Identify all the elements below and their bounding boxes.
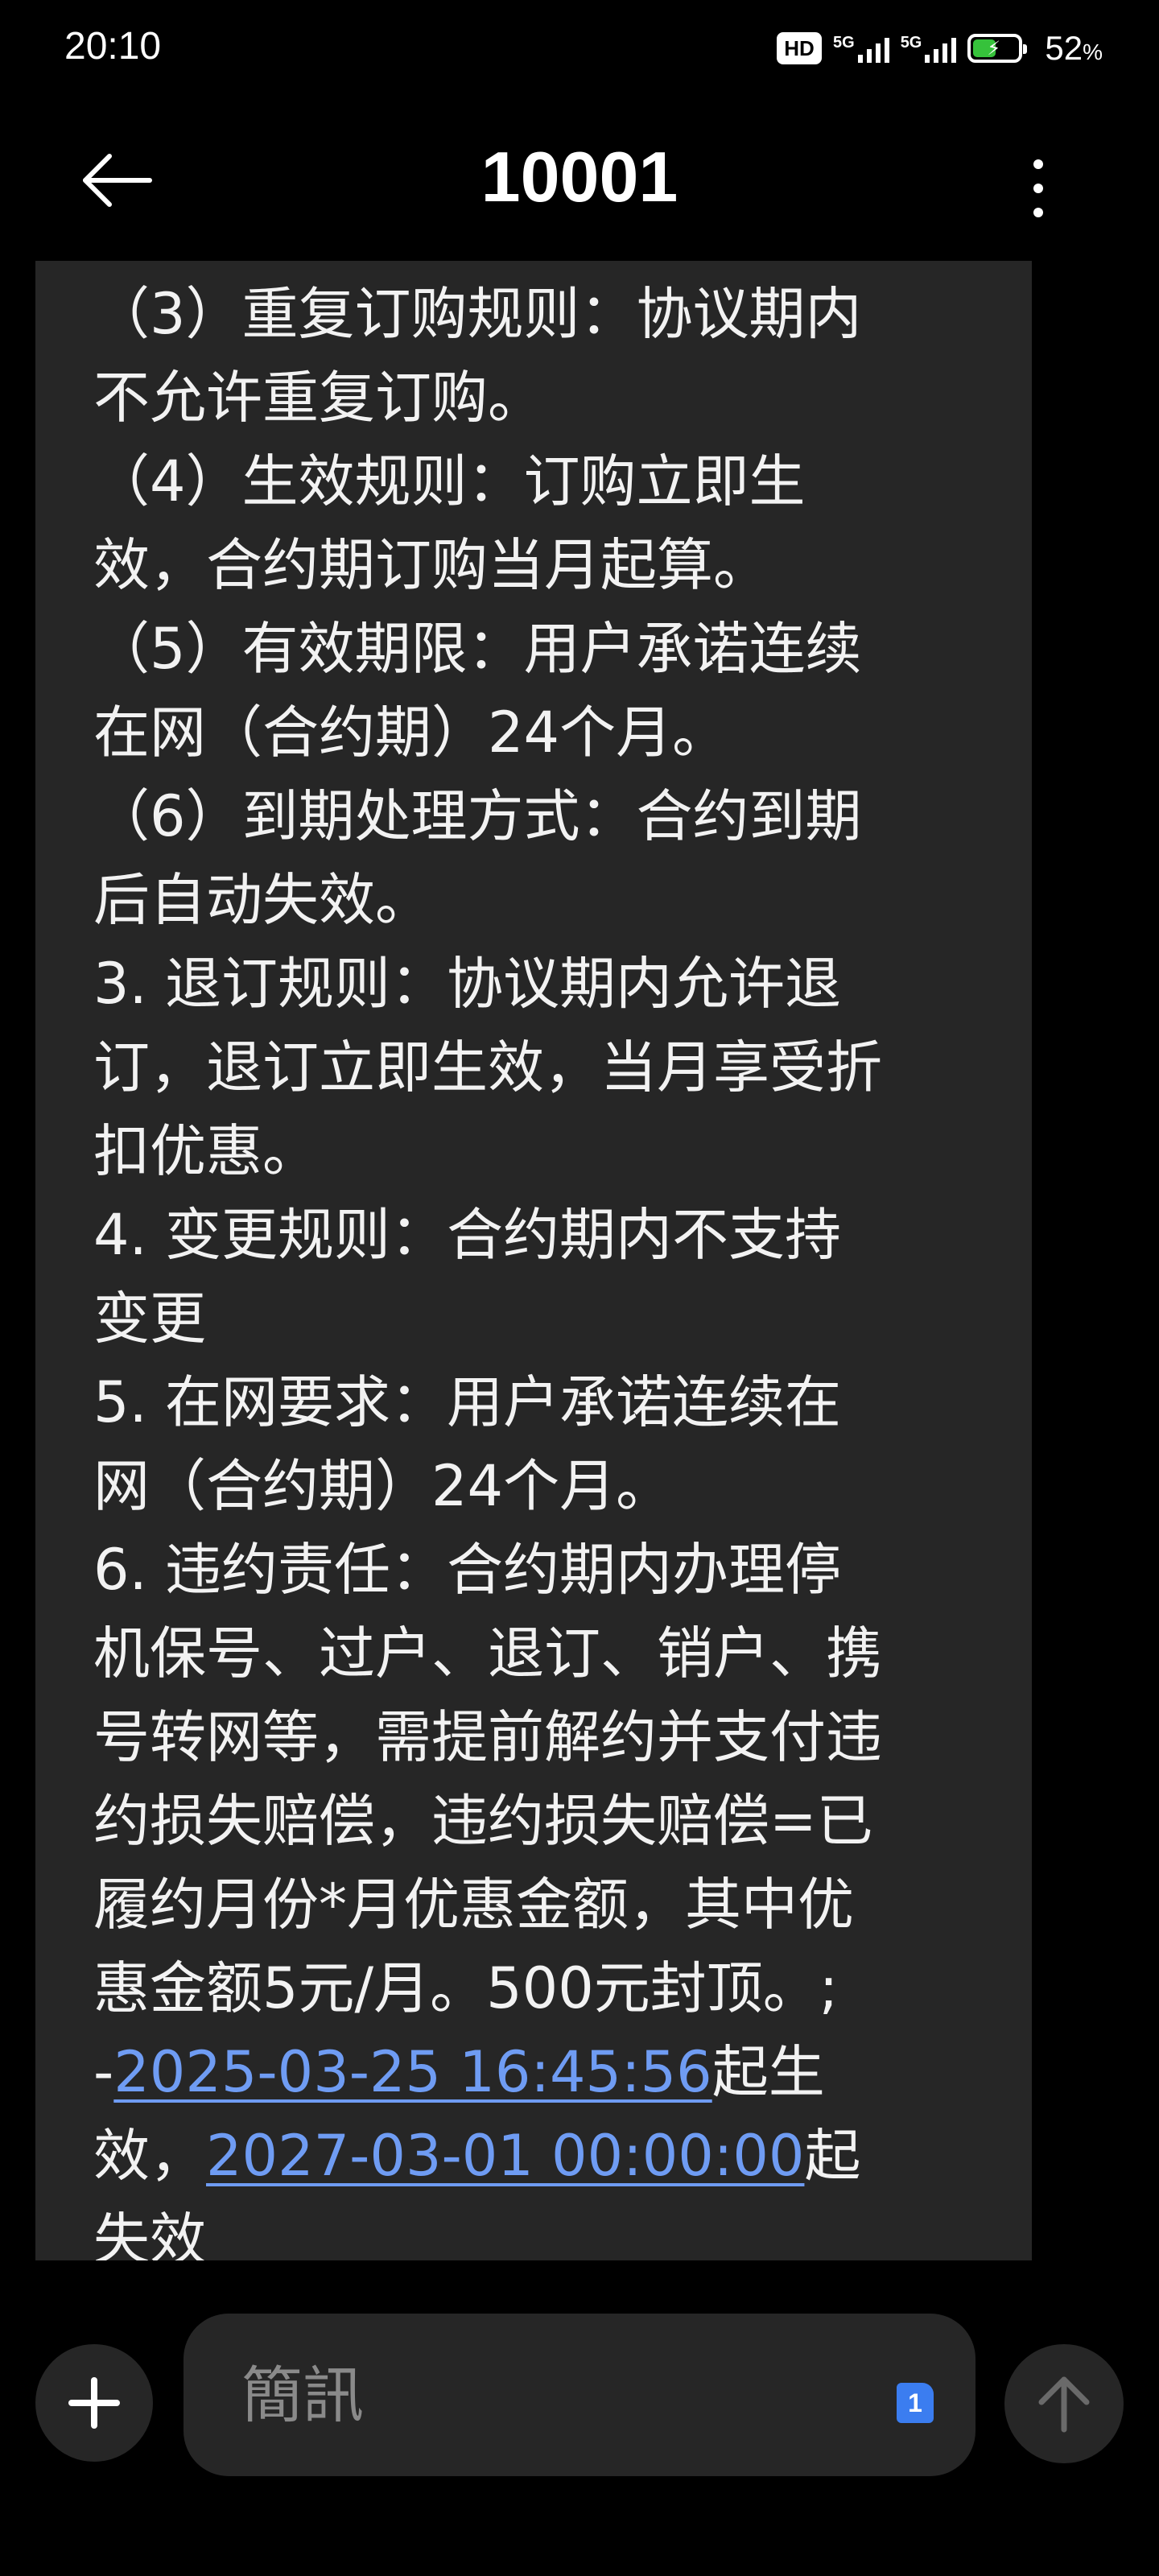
battery-percent-value: 52 [1045, 29, 1083, 67]
message-lines: （3）重复订购规则：协议期内 不允许重复订购。 （4）生效规则：订购立即生 效，合约期… [93, 272, 1019, 2030]
status-bar: 20:10 HD 5G 5G ⚡ 52% [0, 0, 1159, 100]
message-bubble[interactable]: （3）重复订购规则：协议期内 不允许重复订购。 （4）生效规则：订购立即生 效，合约期… [35, 261, 1032, 2260]
contact-title: 10001 [481, 137, 678, 217]
sim-selector-icon[interactable]: 1 [897, 2383, 934, 2423]
message-line: 4. 变更规则：合约期内不支持 [93, 1202, 842, 1268]
message-line: 约损失赔偿，违约损失赔偿=已 [93, 1788, 873, 1854]
battery-percent-unit: % [1083, 39, 1103, 64]
text-fragment: 效， [93, 2123, 206, 2189]
signal-icon-sim1: 5G [833, 34, 889, 63]
message-line: （4）生效规则：订购立即生 [93, 448, 806, 514]
text-fragment: 起生 [711, 2039, 825, 2105]
text-fragment: 起 [804, 2123, 861, 2189]
send-button[interactable] [1004, 2344, 1124, 2463]
charging-bolt-icon: ⚡ [987, 37, 1001, 60]
message-line: 惠金额5元/月。500元封顶。; [93, 1955, 839, 2021]
battery-icon: ⚡ [967, 34, 1028, 63]
battery-percentage: 52% [1045, 29, 1103, 68]
message-line: 变更 [93, 1286, 206, 1352]
text-fragment: - [93, 2039, 114, 2105]
message-line: 3. 退订规则：协议期内允许退 [93, 951, 842, 1017]
plus-icon [68, 2377, 120, 2429]
message-line: 5. 在网要求：用户承诺连续在 [93, 1369, 842, 1435]
start-datetime-link[interactable]: 2025-03-25 16:45:56 [113, 2039, 711, 2105]
conversation-header: 10001 [0, 100, 1159, 261]
hd-voice-icon: HD [777, 32, 822, 64]
message-line: 6. 违约责任：合约期内办理停 [93, 1537, 842, 1603]
message-line: （3）重复订购规则：协议期内 [93, 281, 862, 347]
arrow-up-icon [1038, 2376, 1090, 2433]
message-line: 效，合约期订购当月起算。 [93, 532, 769, 598]
message-input-box[interactable]: 1 [184, 2314, 975, 2476]
add-attachment-button[interactable] [35, 2344, 153, 2462]
message-line: 网（合约期）24个月。 [93, 1453, 673, 1519]
signal-icon-sim2: 5G [901, 34, 957, 63]
more-options-button[interactable] [1006, 148, 1070, 229]
message-line: 号转网等，需提前解约并支付违 [93, 1704, 882, 1770]
status-time: 20:10 [64, 25, 162, 68]
message-composer: 1 [0, 2302, 1159, 2479]
signal-bars-icon [857, 34, 889, 63]
message-body: （3）重复订购规则：协议期内 不允许重复订购。 （4）生效规则：订购立即生 效，合约期… [93, 272, 1019, 2260]
message-line: 履约月份*月优惠金额，其中优 [93, 1872, 854, 1938]
message-line: 扣优惠。 [93, 1118, 319, 1184]
end-datetime-link[interactable]: 2027-03-01 00:00:00 [206, 2123, 804, 2189]
message-line: （5）有效期限：用户承诺连续 [93, 616, 862, 682]
message-line: -2025-03-25 16:45:56起生 [93, 2030, 1019, 2114]
more-vertical-icon [1033, 159, 1043, 217]
message-line: 后自动失效。 [93, 867, 431, 933]
message-line: （6）到期处理方式：合约到期 [93, 783, 862, 849]
message-line: 机保号、过户、退订、销户、携 [93, 1620, 882, 1686]
message-input[interactable] [240, 2354, 806, 2436]
message-line: 不允许重复订购。 [93, 365, 544, 431]
message-line: 效，2027-03-01 00:00:00起 [93, 2114, 1019, 2198]
status-icons: HD 5G 5G ⚡ 52% [777, 24, 1103, 72]
message-line: 失效 [93, 2207, 206, 2260]
signal-bars-icon [925, 34, 957, 63]
network-type-label: 5G [900, 34, 922, 52]
network-type-label: 5G [833, 34, 855, 52]
message-line: 在网（合约期）24个月。 [93, 700, 729, 766]
message-line: 订，退订立即生效，当月享受折 [93, 1034, 882, 1100]
